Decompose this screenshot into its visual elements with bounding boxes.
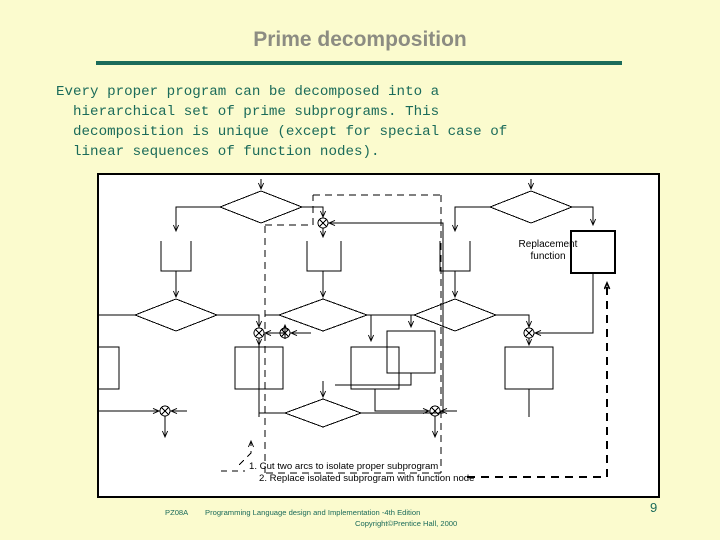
function-node	[504, 346, 554, 390]
replacement-function-label-line2: function	[530, 251, 565, 262]
replacement-function-label-line1: Replacement	[519, 239, 578, 250]
body-line-1: Every proper program can be decomposed i…	[56, 84, 440, 100]
function-node	[306, 241, 342, 272]
predicate-node	[277, 298, 369, 332]
annotation-leaders	[221, 283, 607, 479]
predicate-node	[412, 298, 498, 332]
function-node	[99, 346, 120, 390]
function-node	[386, 330, 436, 374]
body-line-2: hierarchical set of prime subprograms. T…	[56, 104, 440, 120]
footer-course-code: PZ08A	[165, 508, 189, 517]
footer-title: Programming Language design and Implemen…	[205, 508, 421, 517]
middle-flowchart	[258, 194, 444, 474]
left-flowchart	[99, 179, 304, 439]
title-divider	[96, 61, 622, 65]
predicate-node	[283, 398, 363, 428]
prime-decomposition-diagram: Replacement function 1. Cut two arcs to …	[99, 179, 617, 484]
predicate-node	[488, 190, 574, 224]
body-paragraph: Every proper program can be decomposed i…	[56, 82, 676, 162]
replacement-function-node	[569, 229, 617, 275]
body-line-4: linear sequences of function nodes).	[56, 144, 380, 160]
footer-copyright: Copyright©Prentice Hall, 2000	[355, 519, 458, 528]
body-line-3: decomposition is unique (except for spec…	[56, 124, 508, 140]
function-node	[439, 241, 471, 272]
predicate-node	[133, 298, 219, 332]
page-title: Prime decomposition	[253, 28, 467, 51]
annotation-step-2: 2. Replace isolated subprogram with func…	[259, 473, 474, 484]
diagram-panel: Replacement function 1. Cut two arcs to …	[97, 173, 660, 498]
function-node	[160, 241, 192, 272]
right-flowchart	[350, 179, 617, 439]
function-node	[350, 346, 400, 390]
page-number: 9	[650, 500, 658, 515]
annotation-step-1: 1. Cut two arcs to isolate proper subpro…	[249, 461, 438, 472]
predicate-node	[218, 190, 304, 224]
